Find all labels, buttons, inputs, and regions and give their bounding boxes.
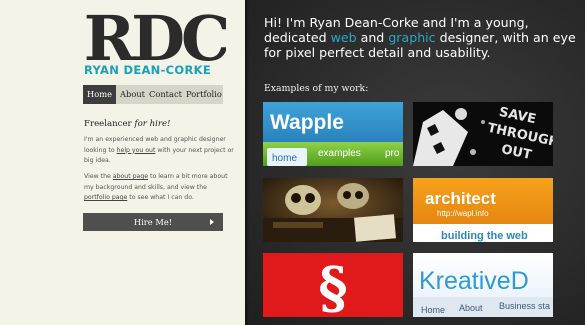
nav-about[interactable]: About	[116, 85, 147, 104]
shark-artwork-thumb[interactable]: SAVE THROUGH OUT	[413, 102, 553, 166]
kreative-tab-home: Home	[421, 305, 445, 315]
wapl-headline: architect	[425, 189, 496, 208]
kreative-tab-about: About	[459, 303, 483, 313]
nav-home[interactable]: Home	[83, 85, 117, 104]
wapple-logo: Wapple	[270, 111, 344, 134]
nav-contact[interactable]: Contact	[147, 85, 184, 104]
kreative-thumb[interactable]: KreativeD Home About Business sta	[413, 253, 553, 317]
wapl-tagline: building the web	[441, 230, 528, 242]
para2-text-c: to see what I can do.	[127, 194, 194, 201]
help-link[interactable]: help you out	[117, 147, 156, 154]
arrow-right-icon	[210, 219, 214, 225]
intro-web-highlight: web	[330, 30, 357, 45]
section-sign-glyph: §	[318, 255, 347, 317]
wapl-url: http://wapl.info	[437, 209, 489, 218]
section-sign-thumb[interactable]: §	[263, 253, 403, 317]
right-panel: Hi! I'm Ryan Dean-Corke and I'm a young,…	[245, 0, 585, 325]
rdc-logo[interactable]: RDC	[84, 9, 226, 63]
hire-me-button[interactable]: Hire Me!	[83, 213, 223, 231]
examples-title: Examples of my work:	[264, 83, 369, 94]
wapple-tab-pro: pro	[385, 148, 400, 159]
skull-artwork-thumb[interactable]	[263, 178, 403, 242]
kreative-tab-business: Business sta	[499, 301, 550, 311]
more-info-paragraph: View the about page to learn a bit more …	[84, 172, 234, 204]
about-page-link[interactable]: about page	[113, 173, 148, 180]
hire-me-label: Hire Me!	[133, 217, 173, 227]
heading-prefix: Freelancer	[84, 119, 135, 129]
logo-text: RDC	[84, 9, 226, 63]
brand-name: RYAN DEAN-CORKE	[84, 63, 212, 77]
freelancer-heading: Freelancer for hire!	[84, 119, 234, 129]
intro-graphic-highlight: graphic	[388, 30, 436, 45]
wapple-tab-home: home	[272, 153, 297, 164]
left-panel: RDC RYAN DEAN-CORKE Home About Contact P…	[0, 0, 245, 325]
wapple-thumb[interactable]: Wapple home examples pro	[263, 102, 403, 166]
portfolio-page-link[interactable]: portfolio page	[84, 194, 127, 201]
wapple-tab-examples: examples	[318, 148, 361, 159]
wapl-thumb[interactable]: architect http://wapl.info building the …	[413, 178, 553, 242]
intro-text: Hi! I'm Ryan Dean-Corke and I'm a young,…	[264, 15, 579, 60]
nav-portfolio[interactable]: Portfolio	[184, 85, 224, 104]
para2-text-a: View the	[84, 173, 113, 180]
heading-emphasis: for hire!	[134, 119, 171, 129]
intro-and: and	[356, 30, 389, 45]
kreative-logo: KreativeD	[419, 267, 529, 295]
intro-paragraph: I'm an experienced web and graphic desig…	[84, 135, 234, 167]
main-nav: Home About Contact Portfolio	[83, 85, 223, 104]
